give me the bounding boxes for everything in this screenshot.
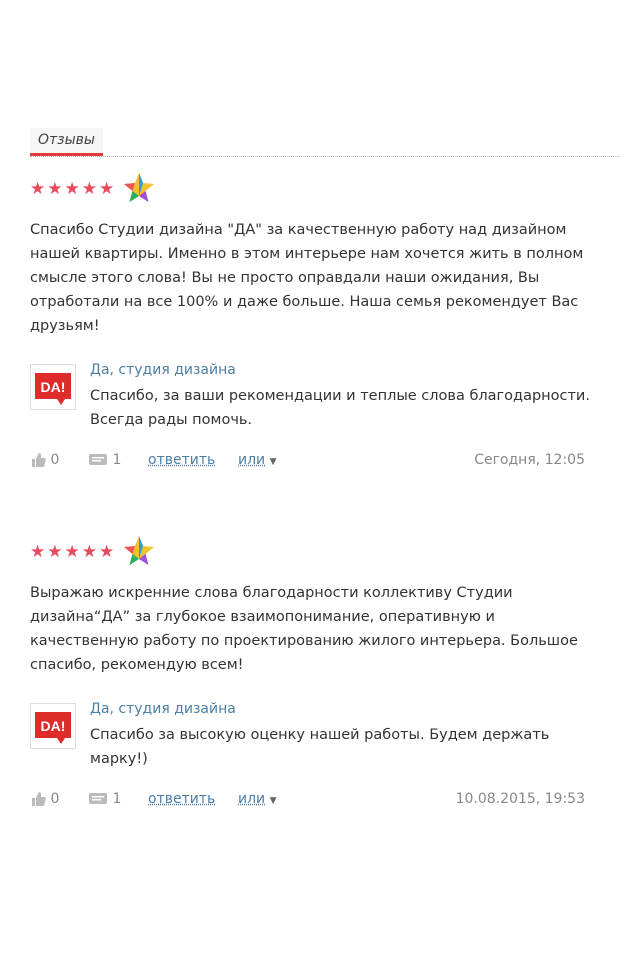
reply-link[interactable]: ответить (148, 787, 215, 811)
studio-avatar: DA! (30, 703, 76, 749)
review-text: Выражаю искренние слова благодарности ко… (30, 585, 578, 673)
review-card: ★★★★★ Выражаю искренние слова благодарно… (30, 535, 590, 811)
thumbs-up-icon (32, 792, 46, 806)
reply-text: Спасибо, за ваши рекомендации и теплые с… (90, 388, 590, 428)
comments-button[interactable]: 1 (88, 787, 121, 811)
reply-author-link[interactable]: Да, студия дизайна (90, 699, 236, 719)
thumbs-up-icon (32, 453, 46, 467)
comment-icon (89, 793, 107, 804)
chevron-down-icon: ▼ (269, 457, 277, 467)
like-count: 0 (50, 791, 60, 807)
studio-avatar: DA! (30, 364, 76, 410)
like-button[interactable]: 0 (30, 448, 59, 472)
rating-row: ★★★★★ (30, 535, 590, 569)
like-button[interactable]: 0 (30, 787, 59, 811)
star-rating: ★★★★★ (30, 542, 117, 562)
review-text: Спасибо Студии дизайна "ДА" за качествен… (30, 222, 584, 334)
star-badge-icon (124, 536, 154, 565)
reply-text: Спасибо за высокую оценку нашей работы. … (90, 727, 550, 767)
more-dropdown[interactable]: или ▼ (238, 448, 277, 474)
comment-count: 1 (112, 791, 122, 807)
chevron-down-icon: ▼ (269, 796, 277, 806)
review-date: 10.08.2015, 19:53 (455, 791, 585, 807)
review-card: ★★★★★ Спасибо Студии дизайна "ДА" за кач… (30, 172, 590, 472)
more-label: или (238, 791, 266, 807)
reply-author-link[interactable]: Да, студия дизайна (90, 360, 236, 380)
rating-row: ★★★★★ (30, 172, 590, 206)
comment-icon (89, 454, 107, 465)
star-badge-icon (124, 173, 154, 202)
like-count: 0 (50, 452, 60, 468)
review-date: Сегодня, 12:05 (474, 452, 585, 468)
reviews-section-header: Отзывы (30, 128, 620, 157)
comments-button[interactable]: 1 (88, 448, 121, 472)
svg-text:DA!: DA! (41, 379, 66, 395)
svg-text:DA!: DA! (41, 718, 66, 734)
reviews-tab[interactable]: Отзывы (30, 128, 103, 156)
reply-block: DA! Да, студия дизайна Спасибо, за ваши … (30, 360, 590, 440)
review-actions: 0 1 ответить или ▼ 10.08.2015, 19:53 (30, 787, 590, 811)
review-actions: 0 1 ответить или ▼ Сегодня, 12:05 (30, 448, 590, 472)
comment-count: 1 (112, 452, 122, 468)
star-rating: ★★★★★ (30, 179, 117, 199)
reply-link[interactable]: ответить (148, 448, 215, 472)
more-label: или (238, 452, 266, 468)
more-dropdown[interactable]: или ▼ (238, 787, 277, 813)
reply-block: DA! Да, студия дизайна Спасибо за высоку… (30, 699, 590, 779)
